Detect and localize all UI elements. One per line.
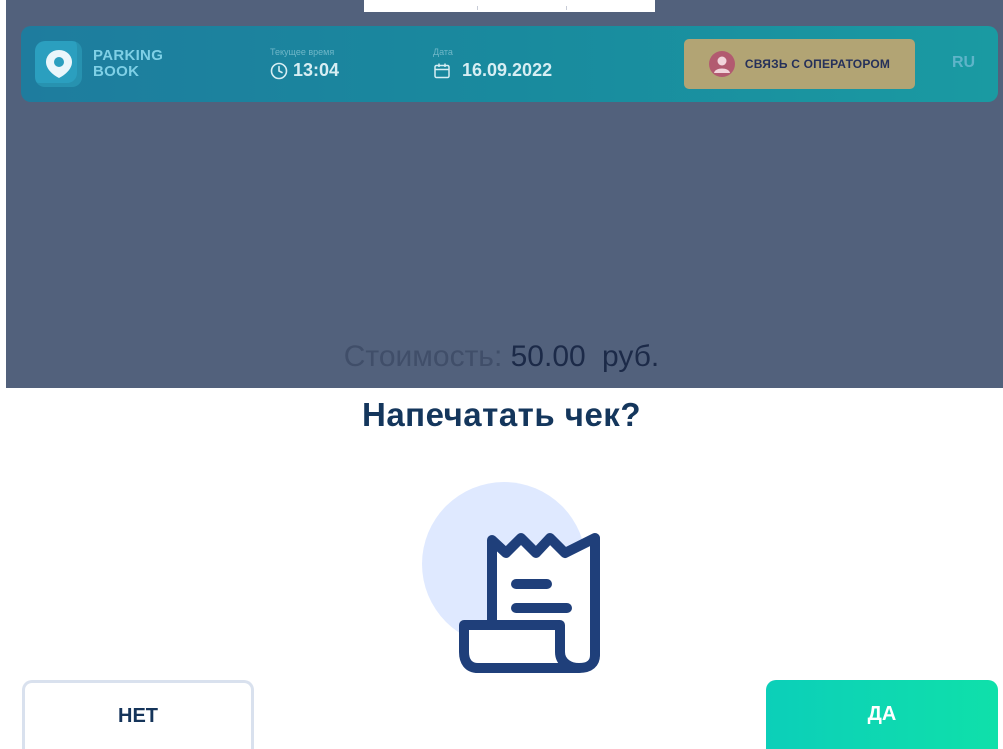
brand-name: PARKING BOOK (93, 48, 163, 80)
brand-line-1: PARKING (93, 47, 164, 64)
operator-avatar-icon (708, 51, 735, 77)
calendar-icon (434, 63, 450, 78)
header-bar: PARKING BOOK Текущее время 13:04 Дата 16… (21, 26, 998, 102)
strip-tick (477, 6, 478, 10)
cost-line: Стоимость: 50.00 руб. (0, 340, 1003, 374)
no-button[interactable]: НЕТ (22, 680, 254, 749)
date-display: 16.09.2022 (433, 60, 552, 81)
cost-label: Стоимость: (343, 340, 503, 373)
receipt-icon (422, 482, 600, 673)
brand-line-2: BOOK (93, 63, 140, 80)
time-label: Текущее время (270, 47, 335, 57)
cost-value: 50.00 (510, 340, 586, 373)
time-value: 13:04 (293, 60, 340, 80)
contact-operator-label: СВЯЗЬ С ОПЕРАТОРОМ (744, 57, 891, 71)
cost-currency: руб. (602, 340, 660, 373)
language-switcher[interactable]: RU (952, 54, 975, 72)
map-pin-icon (46, 50, 72, 78)
time-display: 13:04 (270, 60, 339, 81)
logo (35, 41, 82, 87)
date-value: 16.09.2022 (462, 60, 553, 80)
date-label: Дата (433, 47, 453, 57)
contact-operator-button[interactable]: СВЯЗЬ С ОПЕРАТОРОМ (684, 39, 915, 89)
top-white-strip (364, 0, 655, 12)
strip-tick (566, 6, 567, 10)
print-receipt-question: Напечатать чек? (362, 396, 641, 433)
clock-icon (270, 62, 288, 79)
yes-button[interactable]: ДА (766, 680, 998, 749)
